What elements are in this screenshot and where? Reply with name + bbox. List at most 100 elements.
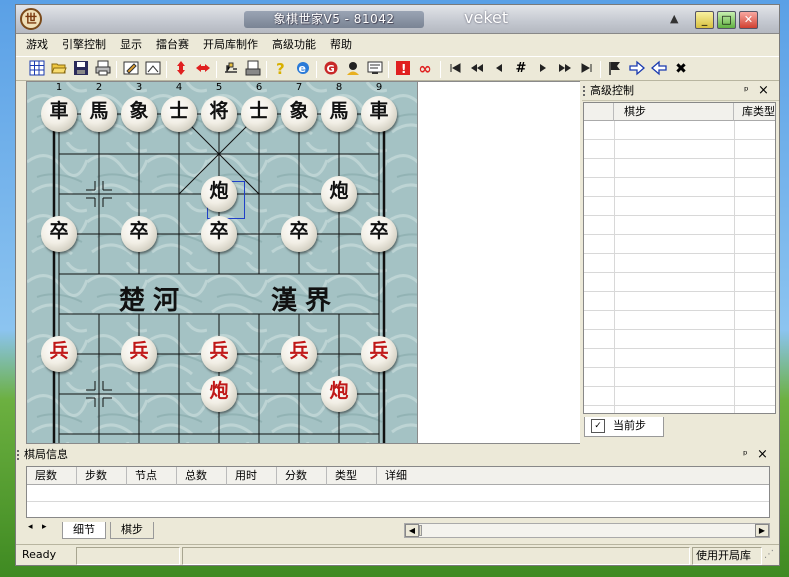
panel-close-icon[interactable]: × xyxy=(757,445,768,465)
move-row[interactable] xyxy=(584,330,775,349)
next-move-icon[interactable] xyxy=(534,60,552,78)
app-logo-icon[interactable]: 世 xyxy=(20,8,42,30)
red-cannon-piece[interactable]: 炮 xyxy=(321,376,357,412)
advanced-move-grid[interactable]: 棋步 库类型 ◀ ▶ xyxy=(583,102,776,414)
menu-help[interactable]: 帮助 xyxy=(323,35,359,55)
move-row[interactable] xyxy=(584,159,775,178)
flag-icon[interactable] xyxy=(606,60,624,78)
last-move-icon[interactable] xyxy=(578,60,596,78)
help-icon[interactable]: ? xyxy=(272,60,290,78)
infinite-icon[interactable]: ∞ xyxy=(416,60,434,78)
info-header-col-2[interactable]: 步数 xyxy=(77,467,127,485)
move-row[interactable] xyxy=(584,140,775,159)
info-header-col-7[interactable]: 类型 xyxy=(327,467,377,485)
black-horse-piece[interactable]: 馬 xyxy=(81,96,117,132)
pin-icon[interactable]: ᵖ xyxy=(744,81,749,101)
black-elephant-piece[interactable]: 象 xyxy=(121,96,157,132)
edit-board-icon[interactable] xyxy=(122,60,140,78)
tab-moves[interactable]: 棋步 xyxy=(110,522,154,539)
move-row[interactable] xyxy=(584,311,775,330)
first-move-icon[interactable] xyxy=(446,60,464,78)
move-row[interactable] xyxy=(584,197,775,216)
move-row[interactable] xyxy=(584,254,775,273)
grid-icon[interactable] xyxy=(28,60,46,78)
setup-icon[interactable] xyxy=(144,60,162,78)
menu-arena[interactable]: 擂台赛 xyxy=(149,35,196,55)
tab-current-move[interactable]: ✓ 当前步 xyxy=(584,417,664,437)
red-soldier-piece[interactable]: 兵 xyxy=(121,336,157,372)
flip-vertical-icon[interactable] xyxy=(172,60,190,78)
menu-advanced[interactable]: 高级功能 xyxy=(265,35,323,55)
game-icon[interactable]: G xyxy=(322,60,340,78)
back-arrow-icon[interactable] xyxy=(650,60,668,78)
info-header-col-3[interactable]: 节点 xyxy=(127,467,177,485)
move-row[interactable] xyxy=(584,216,775,235)
info-header-col-5[interactable]: 用时 xyxy=(227,467,277,485)
menu-game[interactable]: 游戏 xyxy=(16,35,55,55)
info-header-col-4[interactable]: 总数 xyxy=(177,467,227,485)
maximize-button[interactable]: □ xyxy=(717,11,736,29)
engine-icon[interactable] xyxy=(244,60,262,78)
menu-engine-control[interactable]: 引擎控制 xyxy=(55,35,113,55)
black-cannon-piece[interactable]: 炮 xyxy=(321,176,357,212)
black-soldier-piece[interactable]: 卒 xyxy=(41,216,77,252)
black-general-piece[interactable]: 将 xyxy=(201,96,237,132)
prev-move-icon[interactable] xyxy=(490,60,508,78)
forward-arrow-icon[interactable] xyxy=(628,60,646,78)
move-row[interactable] xyxy=(584,368,775,387)
move-row[interactable] xyxy=(584,349,775,368)
stop-icon[interactable]: ! xyxy=(394,60,412,78)
title-bar[interactable]: 世 象棋世家V5 - 81042 veket ▲ _ □ ✕ xyxy=(16,5,779,34)
black-advisor-piece[interactable]: 士 xyxy=(241,96,277,132)
info-header-col-8[interactable]: 详细 xyxy=(377,467,769,485)
next-fast-icon[interactable] xyxy=(556,60,574,78)
red-cannon-piece[interactable]: 炮 xyxy=(201,376,237,412)
close-button[interactable]: ✕ xyxy=(739,11,758,29)
black-chariot-piece[interactable]: 車 xyxy=(361,96,397,132)
grid-header-index[interactable] xyxy=(584,103,614,121)
move-row[interactable] xyxy=(584,121,775,140)
black-cannon-piece[interactable]: 炮 xyxy=(201,176,237,212)
black-chariot-piece[interactable]: 車 xyxy=(41,96,77,132)
move-row[interactable] xyxy=(584,406,775,413)
move-row[interactable] xyxy=(584,235,775,254)
prev-fast-icon[interactable] xyxy=(468,60,486,78)
move-row[interactable] xyxy=(584,273,775,292)
tools-icon[interactable] xyxy=(222,60,240,78)
black-elephant-piece[interactable]: 象 xyxy=(281,96,317,132)
black-soldier-piece[interactable]: 卒 xyxy=(201,216,237,252)
move-row[interactable] xyxy=(584,178,775,197)
tab-scroll-left-icon[interactable]: ◂ xyxy=(28,522,33,532)
resize-grip-icon[interactable]: ⋰ xyxy=(764,549,778,565)
black-soldier-piece[interactable]: 卒 xyxy=(281,216,317,252)
grid-header-book-type[interactable]: 库类型 xyxy=(734,103,775,121)
menu-display[interactable]: 显示 xyxy=(113,35,149,55)
shade-up-icon[interactable]: ▲ xyxy=(670,12,678,25)
scroll-right-icon[interactable]: ▶ xyxy=(755,524,769,537)
black-soldier-piece[interactable]: 卒 xyxy=(361,216,397,252)
grid-header-move[interactable]: 棋步 xyxy=(614,103,734,121)
move-number-icon[interactable]: # xyxy=(512,60,530,78)
red-soldier-piece[interactable]: 兵 xyxy=(281,336,317,372)
panel-close-icon[interactable]: × xyxy=(758,81,769,101)
menu-opening-book[interactable]: 开局库制作 xyxy=(196,35,265,55)
scroll-thumb[interactable] xyxy=(419,525,422,536)
browser-icon[interactable]: e xyxy=(294,60,312,78)
player-icon[interactable] xyxy=(344,60,362,78)
game-info-horizontal-scrollbar[interactable]: ◀ ▶ xyxy=(404,523,770,538)
tab-scroll-right-icon[interactable]: ▸ xyxy=(42,522,47,532)
chess-board[interactable]: 123456789 楚河 漢界 車馬象士将士象馬車炮炮卒卒卒卒卒兵兵兵兵兵炮炮 xyxy=(27,82,417,443)
minimize-button[interactable]: _ xyxy=(695,11,714,29)
scroll-left-icon[interactable]: ◀ xyxy=(405,524,419,537)
move-row[interactable] xyxy=(584,387,775,406)
pin-icon[interactable]: ᵖ xyxy=(743,445,748,465)
monitor-icon[interactable] xyxy=(366,60,384,78)
red-soldier-piece[interactable]: 兵 xyxy=(361,336,397,372)
open-folder-icon[interactable] xyxy=(50,60,68,78)
black-horse-piece[interactable]: 馬 xyxy=(321,96,357,132)
game-info-grid[interactable]: 层数 步数 节点 总数 用时 分数 类型 详细 xyxy=(26,466,770,518)
black-soldier-piece[interactable]: 卒 xyxy=(121,216,157,252)
flip-horizontal-icon[interactable] xyxy=(194,60,212,78)
red-soldier-piece[interactable]: 兵 xyxy=(41,336,77,372)
tab-details[interactable]: 细节 xyxy=(62,522,106,539)
